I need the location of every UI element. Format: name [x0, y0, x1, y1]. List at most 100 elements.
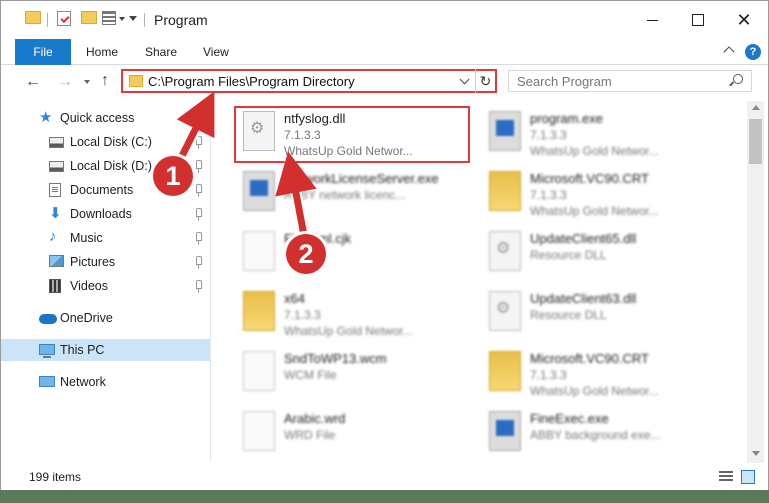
sidebar-item-label: Documents — [70, 183, 134, 197]
divider — [47, 13, 48, 27]
back-button[interactable]: ← — [25, 73, 41, 91]
file-item[interactable]: Arabic.wrd WRD File — [237, 407, 492, 461]
file-item[interactable]: FineExec.exe ABBY background exe... — [483, 407, 738, 461]
refresh-button[interactable]: ↻ — [475, 69, 495, 93]
view-icon[interactable] — [102, 11, 116, 25]
scrollbar[interactable] — [747, 101, 764, 463]
file-detail: ABBY network licenc... — [284, 188, 406, 202]
exe-icon — [489, 111, 521, 151]
sidebar-item-label: OneDrive — [60, 311, 113, 325]
recent-locations-icon[interactable] — [84, 80, 90, 84]
file-name: Microsoft.VC90.CRT — [530, 171, 649, 186]
file-item[interactable]: SndToWP13.wcm WCM File — [237, 347, 492, 403]
file-detail: 7.1.3.3 — [530, 188, 567, 202]
file-name: Arabic.wrd — [284, 411, 346, 426]
sidebar-item-network[interactable]: Network — [1, 371, 210, 393]
folder-icon — [489, 171, 521, 211]
file-item[interactable]: program.exe 7.1.3.3 WhatsUp Gold Networ... — [483, 107, 738, 163]
dll-icon — [489, 291, 521, 331]
file-item[interactable]: FineXml.cjk — [237, 227, 492, 283]
file-icon — [243, 231, 275, 271]
scroll-thumb[interactable] — [749, 119, 762, 164]
computer-icon — [39, 344, 55, 358]
documents-icon — [49, 183, 61, 197]
window-title: Program — [154, 12, 208, 28]
help-icon[interactable]: ? — [745, 44, 761, 60]
new-folder-icon[interactable] — [81, 11, 97, 24]
search-placeholder: Search Program — [517, 74, 612, 89]
file-icon — [243, 411, 275, 451]
file-name: program.exe — [530, 111, 603, 126]
pictures-icon — [49, 255, 64, 267]
search-icon[interactable] — [733, 74, 743, 84]
large-icons-view-icon[interactable] — [741, 470, 755, 484]
sidebar-item-local-disk-d[interactable]: Local Disk (D:) — [1, 155, 210, 177]
exe-icon — [243, 171, 275, 211]
up-button[interactable]: ↑ — [101, 72, 109, 90]
tab-share[interactable]: Share — [145, 39, 177, 65]
file-item[interactable]: NetworkLicenseServer.exe ABBY network lic… — [237, 167, 492, 223]
pin-icon — [196, 208, 202, 221]
file-name: UpdateClient65.dll — [530, 231, 637, 246]
file-detail: 7.1.3.3 — [530, 128, 567, 142]
file-detail: WCM File — [284, 368, 337, 382]
minimize-button[interactable] — [629, 1, 675, 39]
file-name: NetworkLicenseServer.exe — [284, 171, 439, 186]
file-item[interactable]: UpdateClient65.dll Resource DLL — [483, 227, 738, 283]
folder-icon — [489, 351, 521, 391]
file-detail: WhatsUp Gold Networ... — [530, 384, 659, 398]
file-item[interactable]: UpdateClient63.dll Resource DLL — [483, 287, 738, 343]
network-icon — [39, 376, 55, 387]
customize-toolbar-icon[interactable] — [129, 16, 137, 21]
tab-view[interactable]: View — [203, 39, 229, 65]
file-name: FineXml.cjk — [284, 231, 352, 246]
sidebar-item-label: Downloads — [70, 207, 132, 221]
file-detail: WhatsUp Gold Networ... — [284, 324, 413, 338]
folder-icon[interactable] — [25, 11, 41, 24]
sidebar-item-music[interactable]: ♪ Music — [1, 227, 210, 249]
dll-icon — [243, 111, 275, 151]
file-detail: WhatsUp Gold Networ... — [530, 204, 659, 218]
maximize-button[interactable] — [675, 1, 721, 39]
status-bar: 199 items — [1, 463, 768, 490]
tab-file[interactable]: File — [15, 39, 71, 65]
sidebar-item-this-pc[interactable]: This PC — [1, 339, 210, 361]
scroll-up-icon[interactable] — [752, 105, 760, 110]
details-view-icon[interactable] — [719, 471, 733, 483]
chevron-down-icon[interactable] — [459, 74, 470, 85]
folder-icon — [129, 75, 143, 87]
folder-icon — [243, 291, 275, 331]
sidebar-item-label: Pictures — [70, 255, 116, 269]
address-path[interactable]: C:\Program Files\Program Directory — [148, 74, 355, 89]
sidebar-item-label: Network — [60, 375, 106, 389]
file-item[interactable]: Microsoft.VC90.CRT 7.1.3.3 WhatsUp Gold Ne… — [483, 347, 738, 403]
properties-icon[interactable] — [57, 11, 71, 26]
sidebar-item-local-disk-c[interactable]: Local Disk (C:) — [1, 131, 210, 153]
sidebar-item-label: Videos — [70, 279, 108, 293]
forward-button[interactable]: → — [57, 73, 73, 91]
file-item[interactable]: Microsoft.VC90.CRT 7.1.3.3 WhatsUp Gold Ne… — [483, 167, 738, 223]
file-detail: WRD File — [284, 428, 336, 442]
expand-ribbon-icon[interactable] — [723, 46, 735, 58]
dll-icon — [489, 231, 521, 271]
address-bar[interactable]: C:\Program Files\Program Directory ↻ — [121, 69, 497, 93]
sidebar-item-documents[interactable]: Documents — [1, 179, 210, 201]
sidebar-item-pictures[interactable]: Pictures — [1, 251, 210, 273]
chevron-down-icon[interactable] — [119, 17, 125, 21]
scroll-down-icon[interactable] — [752, 451, 760, 456]
close-button[interactable]: ✕ — [721, 1, 767, 39]
sidebar-item-label: Music — [70, 231, 103, 245]
sidebar-item-downloads[interactable]: ⬇ Downloads — [1, 203, 210, 225]
download-icon: ⬇ — [49, 205, 62, 222]
file-name: FineExec.exe — [530, 411, 609, 426]
search-input[interactable]: Search Program — [508, 70, 752, 92]
sidebar-item-onedrive[interactable]: OneDrive — [1, 307, 210, 329]
star-icon: ★ — [39, 109, 53, 126]
music-icon: ♪ — [49, 228, 57, 245]
tab-home[interactable]: Home — [86, 39, 118, 65]
file-item[interactable]: x64 7.1.3.3 WhatsUp Gold Networ... — [237, 287, 492, 343]
sidebar-item-quick-access[interactable]: ★ Quick access — [1, 107, 210, 129]
sidebar-item-label: Quick access — [60, 111, 135, 125]
file-item[interactable]: ntfyslog.dll 7.1.3.3 WhatsUp Gold Networ..… — [237, 107, 492, 163]
sidebar-item-videos[interactable]: Videos — [1, 275, 210, 297]
